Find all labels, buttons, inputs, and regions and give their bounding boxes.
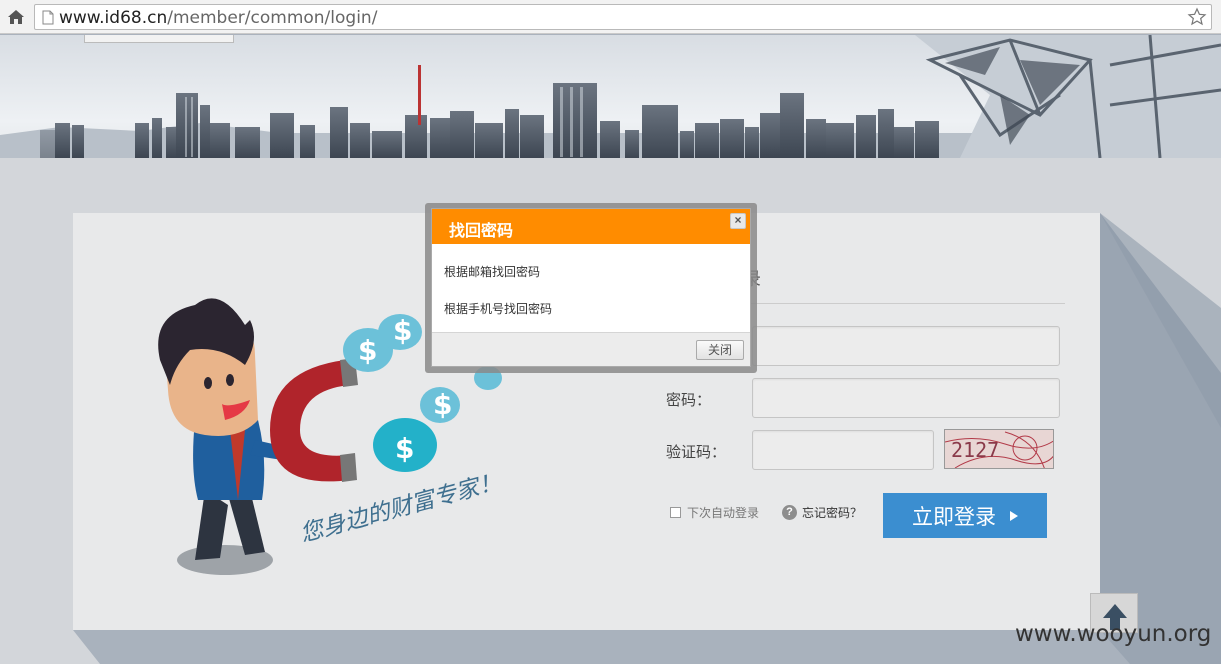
- captcha-image[interactable]: 2127: [944, 429, 1054, 469]
- auto-login-option[interactable]: 下次自动登录: [670, 504, 759, 521]
- forgot-password-link[interactable]: ? 忘记密码？: [782, 504, 862, 521]
- close-icon[interactable]: ×: [730, 213, 746, 229]
- watermark: www.wooyun.org: [1015, 621, 1212, 647]
- modal-header: 找回密码 ×: [432, 209, 750, 244]
- forgot-password-label: 忘记密码？: [802, 506, 863, 520]
- svg-text:$: $: [358, 334, 377, 367]
- svg-text:$: $: [393, 314, 412, 347]
- password-label: 密码：: [666, 392, 712, 409]
- url-text: www.id68.cn/member/common/login/: [59, 8, 377, 28]
- modal-footer: 关闭: [432, 332, 750, 366]
- login-submit-label: 立即登录: [912, 505, 996, 529]
- banner-tab: [84, 35, 234, 43]
- address-bar[interactable]: www.id68.cn/member/common/login/: [34, 4, 1212, 30]
- svg-text:$: $: [395, 432, 414, 465]
- header-banner: [0, 35, 1221, 158]
- help-icon: ?: [782, 505, 797, 520]
- url-domain: www.id68.cn: [59, 8, 168, 28]
- captcha-input[interactable]: [752, 430, 934, 470]
- find-password-modal: 找回密码 × 根据邮箱找回密码 根据手机号找回密码 关闭: [431, 208, 751, 367]
- captcha-text: 2127: [951, 438, 999, 462]
- modal-title: 找回密码: [449, 223, 514, 240]
- captcha-label: 验证码：: [666, 444, 727, 461]
- svg-text:$: $: [433, 388, 452, 421]
- arrow-right-icon: [1010, 510, 1018, 521]
- username-input[interactable]: [752, 326, 1060, 366]
- auto-login-checkbox[interactable]: [670, 507, 681, 518]
- page-icon: [42, 10, 54, 25]
- find-by-email-link[interactable]: 根据邮箱找回密码: [444, 263, 540, 280]
- modal-close-button[interactable]: 关闭: [696, 340, 744, 360]
- password-input[interactable]: [752, 378, 1060, 418]
- login-submit-button[interactable]: 立即登录: [883, 493, 1047, 538]
- home-icon[interactable]: [6, 7, 26, 27]
- city-skyline-image: [0, 35, 1221, 158]
- find-by-phone-link[interactable]: 根据手机号找回密码: [444, 300, 552, 317]
- star-icon[interactable]: [1187, 7, 1207, 27]
- browser-toolbar: www.id68.cn/member/common/login/: [0, 0, 1221, 34]
- url-path: /member/common/login/: [167, 8, 378, 28]
- auto-login-label: 下次自动登录: [687, 506, 760, 520]
